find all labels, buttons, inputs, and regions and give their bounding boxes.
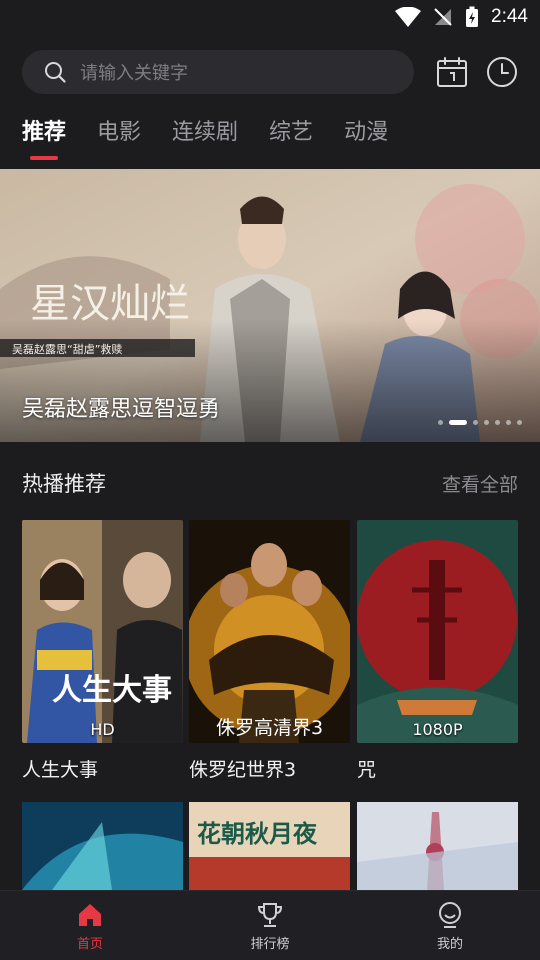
banner-title-art: 星汉灿烂 [30,281,190,327]
nav-label: 排行榜 [250,937,290,952]
profile-icon [439,902,461,928]
poster-image: 人生大事 HD [22,520,183,743]
calendar-icon[interactable] [436,56,468,88]
view-all-link[interactable]: 查看全部 [442,470,518,497]
battery-charging-icon [466,6,479,27]
tab-movies[interactable]: 电影 [97,116,141,162]
no-signal-icon [434,8,452,26]
poster-art-text: 侏罗高清界3 [216,717,323,739]
banner-dot[interactable] [506,420,511,425]
search-row: 请输入关键字 [22,50,518,94]
poster-title: 侏罗纪世界3 [189,759,297,781]
poster-row-2: 花朝秋月夜 [22,802,518,890]
search-placeholder: 请输入关键字 [80,63,188,84]
tab-recommend[interactable]: 推荐 [22,116,66,162]
nav-label: 首页 [76,937,103,952]
trophy-icon [257,903,283,927]
quality-badge: HD [90,720,115,739]
tab-anime[interactable]: 动漫 [344,116,388,162]
poster-thumbnail[interactable] [22,802,183,890]
hot-section-header: 热播推荐 查看全部 [22,464,518,500]
poster-card[interactable]: 1080P 咒 [357,520,518,782]
tab-label: 推荐 [22,120,67,145]
banner-dot[interactable] [449,420,467,425]
banner-dot[interactable] [473,420,478,425]
banner-caption: 吴磊赵露思逗智逗勇 [22,397,221,422]
poster-thumbnail[interactable] [357,802,518,890]
tab-label: 动漫 [344,120,389,145]
tab-label: 电影 [97,120,142,145]
poster-thumbnail[interactable]: 花朝秋月夜 [189,802,350,890]
tab-series[interactable]: 连续剧 [172,116,238,162]
banner-carousel[interactable]: 星汉灿烂 吴磊赵露思“甜虐”救赎 吴磊赵露思逗智逗勇 [0,169,540,442]
poster-title: 人生大事 [22,759,99,781]
wifi-icon [395,7,422,27]
banner-dot[interactable] [484,420,489,425]
nav-ranking[interactable]: 排行榜 [180,891,360,960]
search-icon [45,62,66,83]
nav-home[interactable]: 首页 [0,891,180,960]
category-tabs: 推荐 电影 连续剧 综艺 动漫 [22,116,388,162]
section-title: 热播推荐 [22,472,106,496]
poster-card[interactable]: 侏罗高清界3 侏罗纪世界3 [189,520,350,782]
poster-image: 1080P [357,520,518,743]
nav-profile[interactable]: 我的 [360,891,540,960]
banner-pagination [438,420,522,425]
status-time: 2:44 [491,6,528,27]
tab-label: 综艺 [269,120,314,145]
quality-badge: 1080P [412,720,463,739]
home-icon [79,904,101,926]
banner-dot[interactable] [495,420,500,425]
poster-art-text: 人生大事 [52,673,172,708]
poster-image: 侏罗高清界3 [189,520,350,743]
banner-dot[interactable] [438,420,443,425]
history-clock-icon[interactable] [486,56,518,88]
status-bar: 2:44 [0,0,540,38]
tab-label: 连续剧 [172,120,239,145]
search-input[interactable]: 请输入关键字 [22,50,414,94]
banner-dot[interactable] [517,420,522,425]
banner-subtitle-art: 吴磊赵露思“甜虐”救赎 [12,342,122,356]
poster-card[interactable]: 人生大事 HD 人生大事 [22,520,183,782]
nav-label: 我的 [436,937,463,952]
poster-art-text: 花朝秋月夜 [197,819,318,848]
tab-active-indicator [30,156,58,160]
bottom-navigation: 首页 排行榜 我的 [0,890,540,960]
poster-title: 咒 [357,759,377,781]
tab-variety[interactable]: 综艺 [269,116,313,162]
